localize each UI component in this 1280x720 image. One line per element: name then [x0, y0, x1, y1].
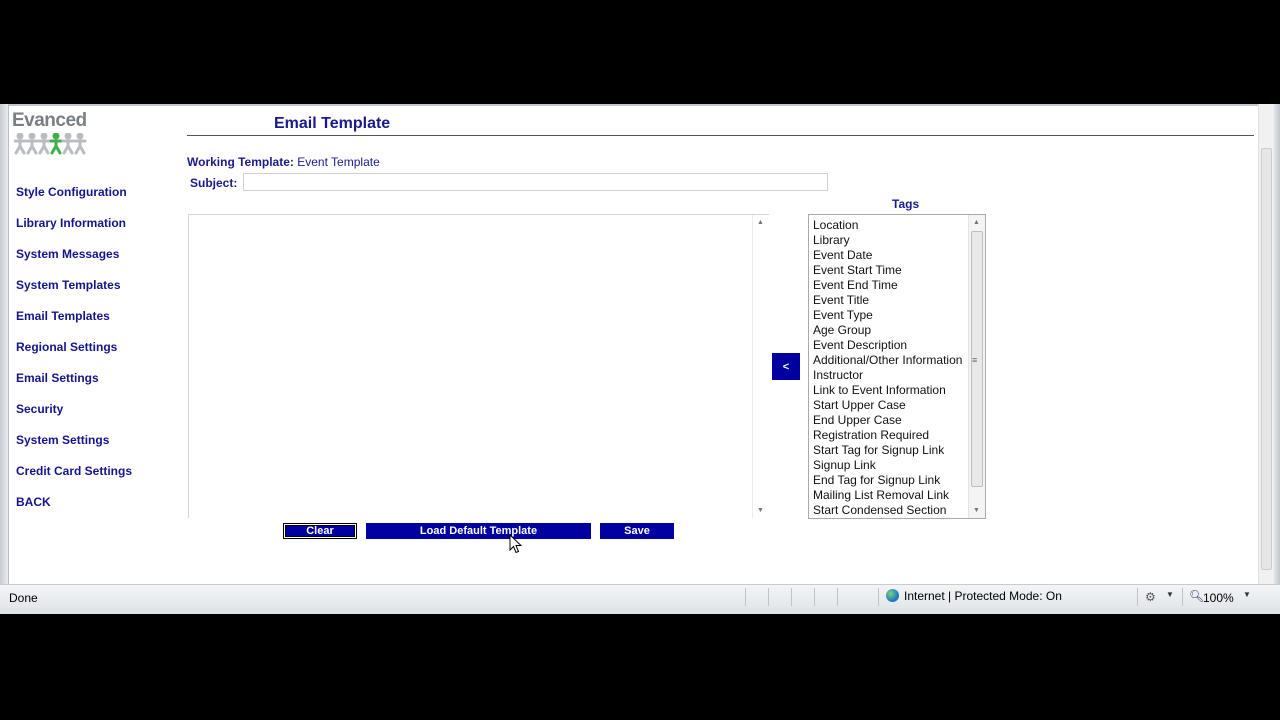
- security-zone[interactable]: Internet | Protected Mode: On: [886, 589, 1062, 603]
- tag-option[interactable]: Start Condensed Section: [813, 503, 962, 518]
- tags-scrollbar[interactable]: ▲ ≡ ▼: [968, 215, 985, 518]
- working-template-label: Working Template:: [187, 155, 294, 169]
- save-button[interactable]: Save: [600, 523, 674, 539]
- tag-option[interactable]: End Upper Case: [813, 413, 962, 428]
- window-bottom-border: [0, 608, 1280, 614]
- scroll-up-arrow-icon[interactable]: ▲: [757, 219, 764, 226]
- working-template-line: Working Template: Event Template: [187, 155, 380, 169]
- tag-option[interactable]: Mailing List Removal Link: [813, 488, 962, 503]
- evanced-logo: Evanced: [12, 110, 92, 156]
- title-divider: [187, 135, 1254, 136]
- scroll-up-arrow-icon[interactable]: ▲: [973, 219, 980, 226]
- tag-option[interactable]: Location: [813, 218, 962, 233]
- page-title: Email Template: [274, 115, 391, 132]
- browser-window: Evanced Style Configuration Library Info…: [0, 104, 1280, 614]
- body-scrollbar[interactable]: ▲ ▼: [752, 215, 769, 518]
- sidebar-item-system-messages[interactable]: System Messages: [16, 246, 176, 277]
- sidebar-item-email-settings[interactable]: Email Settings: [16, 370, 176, 401]
- zoom-level[interactable]: 100%: [1203, 591, 1234, 605]
- tag-option[interactable]: Link to Event Information: [813, 383, 962, 398]
- tag-option[interactable]: Event End Time: [813, 278, 962, 293]
- subject-input[interactable]: [243, 173, 828, 191]
- logo-text: Evanced: [12, 110, 87, 131]
- sidebar-item-back[interactable]: BACK: [16, 494, 176, 525]
- people-figures-icon: [14, 133, 87, 155]
- status-divider: [837, 588, 838, 606]
- tag-option[interactable]: Additional/Other Information: [813, 353, 962, 368]
- tag-option[interactable]: Age Group: [813, 323, 962, 338]
- status-divider: [745, 588, 746, 606]
- scroll-grip-icon: ≡: [972, 355, 978, 365]
- mouse-cursor-icon: [509, 534, 523, 554]
- tag-option[interactable]: Start Upper Case: [813, 398, 962, 413]
- tag-option[interactable]: End Tag for Signup Link: [813, 473, 962, 488]
- status-divider: [791, 588, 792, 606]
- status-divider: [878, 588, 879, 606]
- tag-option[interactable]: Event Description: [813, 338, 962, 353]
- status-bar: Done Internet | Protected Mode: On ⚙ ▼ 🔍…: [0, 584, 1280, 609]
- clear-button[interactable]: Clear: [283, 523, 357, 539]
- scroll-down-arrow-icon[interactable]: ▼: [757, 507, 764, 514]
- sidebar-item-system-settings[interactable]: System Settings: [16, 432, 176, 463]
- status-divider: [768, 588, 769, 606]
- tag-option[interactable]: Registration Required: [813, 428, 962, 443]
- template-body-textarea[interactable]: ▲ ▼: [188, 214, 769, 518]
- protected-mode-icon[interactable]: ⚙: [1145, 590, 1156, 604]
- scroll-down-arrow-icon[interactable]: ▼: [973, 507, 980, 514]
- page-scrollbar-thumb[interactable]: [1261, 148, 1272, 570]
- tags-listbox[interactable]: Location Library Event Date Event Start Tim…: [808, 214, 986, 519]
- page-scrollbar[interactable]: [1258, 104, 1274, 584]
- status-divider: [814, 588, 815, 606]
- chevron-down-icon[interactable]: ▼: [1243, 590, 1251, 599]
- tag-option[interactable]: Library: [813, 233, 962, 248]
- insert-tag-button[interactable]: <: [772, 353, 800, 380]
- zoom-icon[interactable]: 🔍︎: [1189, 589, 1204, 603]
- tag-option[interactable]: Signup Link: [813, 458, 962, 473]
- chevron-down-icon[interactable]: ▼: [1166, 590, 1174, 599]
- globe-icon: [886, 589, 899, 602]
- tag-option[interactable]: Event Title: [813, 293, 962, 308]
- tag-option[interactable]: Event Type: [813, 308, 962, 323]
- status-divider: [1137, 588, 1138, 606]
- tags-items: Location Library Event Date Event Start Tim…: [813, 218, 962, 518]
- tags-label: Tags: [892, 197, 920, 211]
- load-default-template-button[interactable]: Load Default Template: [366, 523, 591, 539]
- window-top-border: [0, 104, 1280, 106]
- sidebar-item-system-templates[interactable]: System Templates: [16, 277, 176, 308]
- window-left-edge: [0, 104, 9, 584]
- tag-option[interactable]: Event Start Time: [813, 263, 962, 278]
- sidebar-item-credit-card-settings[interactable]: Credit Card Settings: [16, 463, 176, 494]
- sidebar-nav: Style Configuration Library Information …: [16, 184, 176, 525]
- tag-option[interactable]: Instructor: [813, 368, 962, 383]
- sidebar-item-style-configuration[interactable]: Style Configuration: [16, 184, 176, 215]
- status-divider: [1182, 588, 1183, 606]
- tag-option[interactable]: Event Date: [813, 248, 962, 263]
- security-zone-text: Internet | Protected Mode: On: [904, 589, 1062, 603]
- subject-label: Subject:: [190, 176, 238, 190]
- sidebar-item-email-templates[interactable]: Email Templates: [16, 308, 176, 339]
- working-template-value: Event Template: [297, 155, 380, 169]
- sidebar-item-regional-settings[interactable]: Regional Settings: [16, 339, 176, 370]
- sidebar-item-library-information[interactable]: Library Information: [16, 215, 176, 246]
- sidebar-item-security[interactable]: Security: [16, 401, 176, 432]
- window-right-edge: [1274, 104, 1280, 584]
- tag-option[interactable]: Start Tag for Signup Link: [813, 443, 962, 458]
